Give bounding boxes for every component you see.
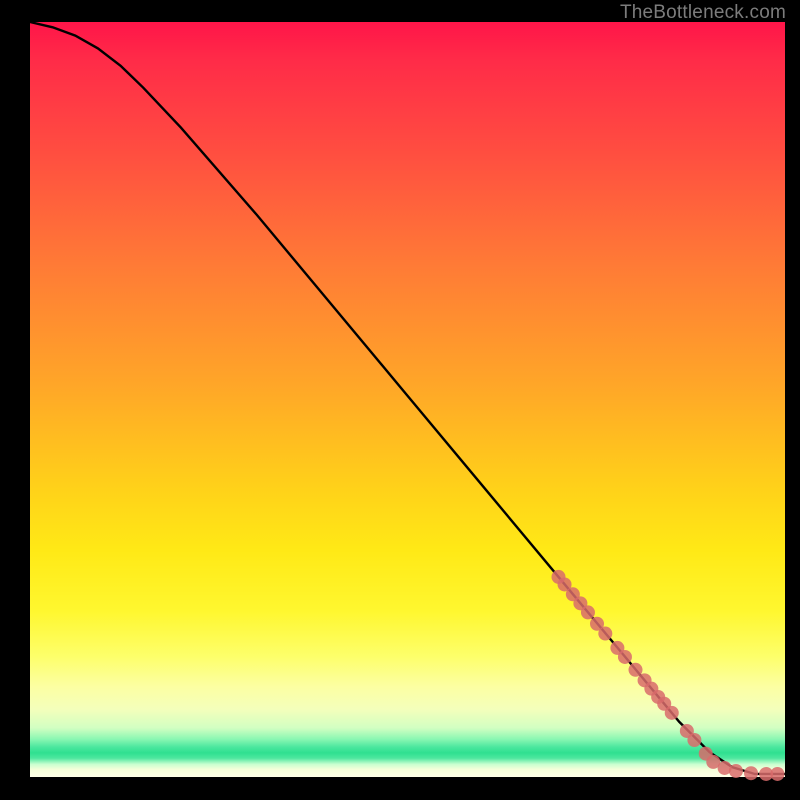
chart-stage: TheBottleneck.com (0, 0, 800, 800)
curve-line (30, 22, 785, 774)
data-point (729, 764, 743, 778)
plot-area (30, 22, 785, 777)
data-point (581, 605, 595, 619)
data-point (629, 663, 643, 677)
data-point (770, 767, 784, 781)
data-point (618, 650, 632, 664)
data-points (552, 570, 785, 781)
data-point (665, 706, 679, 720)
data-point (744, 766, 758, 780)
chart-svg (30, 22, 785, 777)
data-point (687, 733, 701, 747)
attribution-label: TheBottleneck.com (620, 2, 786, 24)
data-point (598, 627, 612, 641)
